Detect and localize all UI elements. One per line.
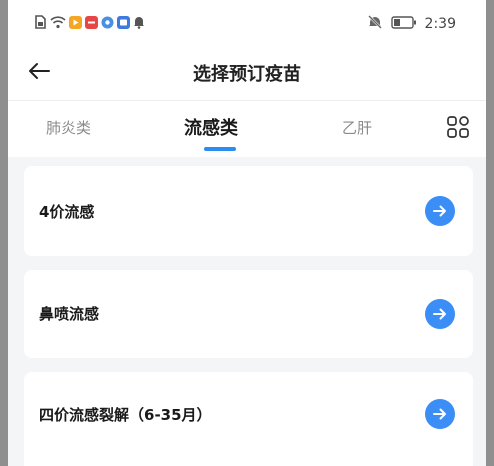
tab-pneumonia[interactable]: 肺炎类 — [46, 117, 91, 138]
select-vaccine-button[interactable] — [425, 299, 455, 329]
vaccine-item[interactable]: 四价流感裂解（6-35月） — [24, 372, 473, 466]
clock-time: 2:39 — [424, 16, 456, 32]
wifi-icon — [50, 14, 66, 33]
app-icon-blue2 — [117, 14, 130, 33]
vaccine-item[interactable]: 4价流感 — [24, 166, 473, 256]
battery-icon — [390, 15, 417, 33]
vaccine-item[interactable]: 鼻喷流感 — [24, 270, 473, 358]
category-menu-button[interactable] — [444, 113, 472, 141]
status-icons-left — [34, 14, 145, 33]
mute-icon — [367, 15, 383, 33]
select-vaccine-button[interactable] — [425, 196, 455, 226]
app-icon-blue — [101, 14, 114, 33]
arrow-right-icon — [433, 405, 447, 424]
app-icon-red — [85, 14, 98, 33]
vaccine-name: 鼻喷流感 — [39, 305, 100, 323]
select-vaccine-button[interactable] — [425, 399, 455, 429]
phone-screen: 2:39 选择预订疫苗 肺炎类 流感类 乙肝 4价流感 鼻喷流感 四价流感裂解（… — [8, 0, 486, 466]
category-tabs: 肺炎类 流感类 乙肝 — [8, 101, 486, 157]
notification-bell-icon — [133, 14, 145, 33]
tab-influenza[interactable]: 流感类 — [184, 114, 238, 140]
app-icon-orange — [69, 14, 82, 33]
arrow-right-icon — [433, 202, 447, 221]
page-title: 选择预订疫苗 — [193, 64, 301, 85]
header-bar: 选择预订疫苗 — [8, 46, 486, 101]
arrow-right-icon — [433, 305, 447, 324]
vaccine-name: 四价流感裂解（6-35月） — [39, 406, 212, 424]
status-icons-right: 2:39 — [367, 15, 456, 33]
grid-icon — [444, 116, 472, 145]
tab-hepatitis-b[interactable]: 乙肝 — [342, 117, 372, 138]
sim-icon — [34, 14, 47, 33]
vaccine-name: 4价流感 — [39, 203, 95, 221]
active-tab-indicator — [204, 147, 236, 151]
status-bar: 2:39 — [8, 0, 486, 46]
